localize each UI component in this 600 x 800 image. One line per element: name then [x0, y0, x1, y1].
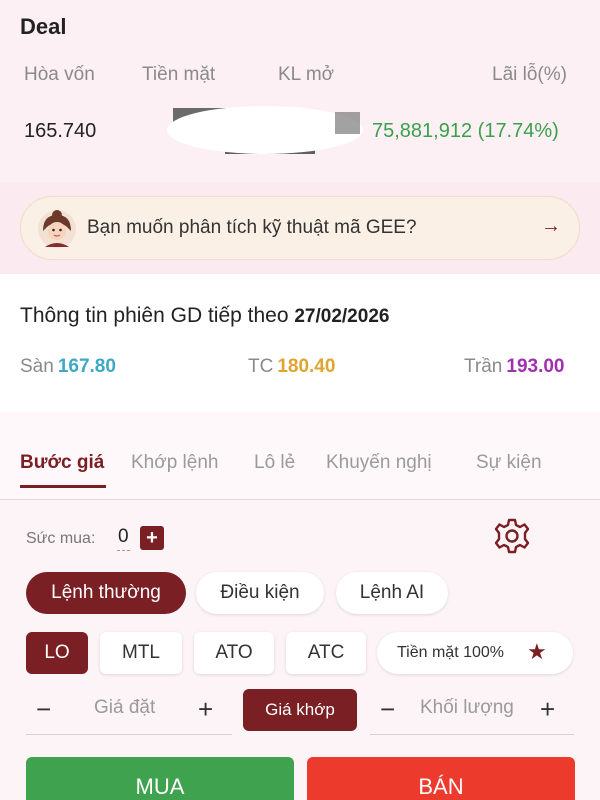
tab-events[interactable]: Sự kiện — [476, 452, 542, 474]
analysis-banner[interactable]: Bạn muốn phân tích kỹ thuật mã GEE? → — [20, 196, 580, 260]
add-buying-power-button[interactable]: + — [140, 526, 164, 550]
ceiling-price: Trần 193.00 — [464, 356, 565, 378]
match-price-button[interactable]: Giá khớp — [243, 689, 357, 731]
cash-ratio-selector[interactable]: Tiền mặt 100% ★ — [377, 632, 573, 674]
deal-title: Deal — [20, 14, 67, 39]
tab-price-step[interactable]: Bước giá — [20, 452, 104, 474]
price-increase-button[interactable]: + — [198, 694, 213, 725]
session-title: Thông tin phiên GD tiếp theo 27/02/2026 — [20, 304, 389, 328]
ref-value: 180.40 — [277, 356, 336, 377]
order-type-ato[interactable]: ATO — [194, 632, 274, 674]
floor-label: Sàn — [20, 356, 54, 377]
sell-button[interactable]: BÁN — [307, 757, 575, 800]
gear-icon[interactable] — [493, 517, 531, 555]
buying-power-label: Sức mua: — [26, 530, 96, 547]
active-tab-indicator — [20, 485, 106, 488]
price-input-underline — [26, 734, 232, 735]
header-cash: Tiền mặt — [142, 64, 216, 85]
buying-power-value: 0 — [118, 526, 129, 547]
order-type-mtl[interactable]: MTL — [100, 632, 182, 674]
assistant-avatar-icon — [38, 210, 76, 248]
profit-loss-value: 75,881,912 (17.74%) — [372, 120, 559, 142]
ceil-label: Trần — [464, 356, 503, 377]
price-input[interactable]: Giá đặt — [94, 697, 155, 719]
ceil-value: 193.00 — [506, 356, 565, 377]
floor-value: 167.80 — [57, 356, 116, 377]
star-icon: ★ — [527, 639, 547, 664]
redacted-block — [167, 106, 363, 154]
header-breakeven: Hòa vốn — [24, 64, 95, 85]
mode-ai-order[interactable]: Lệnh AI — [336, 572, 448, 614]
tab-recommendation[interactable]: Khuyến nghị — [326, 452, 432, 474]
session-date: 27/02/2026 — [294, 306, 390, 327]
order-type-lo[interactable]: LO — [26, 632, 88, 674]
reference-price: TC 180.40 — [248, 356, 335, 378]
buy-button[interactable]: MUA — [26, 757, 294, 800]
volume-input-underline — [370, 734, 574, 735]
session-info: Thông tin phiên GD tiếp theo 27/02/2026 … — [0, 274, 600, 412]
analysis-banner-area: Bạn muốn phân tích kỹ thuật mã GEE? → — [0, 182, 600, 274]
arrow-right-icon[interactable]: → — [541, 215, 561, 238]
mode-conditional-order[interactable]: Điều kiện — [196, 572, 324, 614]
tab-odd-lot[interactable]: Lô lẻ — [254, 452, 295, 474]
header-open-volume: KL mở — [278, 64, 335, 85]
cash-ratio-label: Tiền mặt 100% — [397, 644, 505, 661]
volume-increase-button[interactable]: + — [540, 694, 555, 725]
banner-text: Bạn muốn phân tích kỹ thuật mã GEE? — [87, 217, 417, 238]
price-decrease-button[interactable]: − — [36, 694, 51, 725]
session-title-text: Thông tin phiên GD tiếp theo — [20, 304, 289, 327]
volume-decrease-button[interactable]: − — [380, 694, 395, 725]
volume-input[interactable]: Khối lượng — [420, 697, 514, 719]
floor-price: Sàn 167.80 — [20, 356, 116, 378]
order-type-atc[interactable]: ATC — [286, 632, 366, 674]
ref-label: TC — [248, 356, 274, 377]
tab-matched-orders[interactable]: Khớp lệnh — [131, 452, 218, 474]
deal-section: Deal Hòa vốn Tiền mặt KL mở Lãi lỗ(%) 16… — [0, 0, 600, 182]
breakeven-value: 165.740 — [24, 120, 97, 142]
mode-normal-order[interactable]: Lệnh thường — [26, 572, 186, 614]
header-profit-loss: Lãi lỗ(%) — [492, 64, 567, 85]
buying-power-underline — [117, 550, 130, 551]
